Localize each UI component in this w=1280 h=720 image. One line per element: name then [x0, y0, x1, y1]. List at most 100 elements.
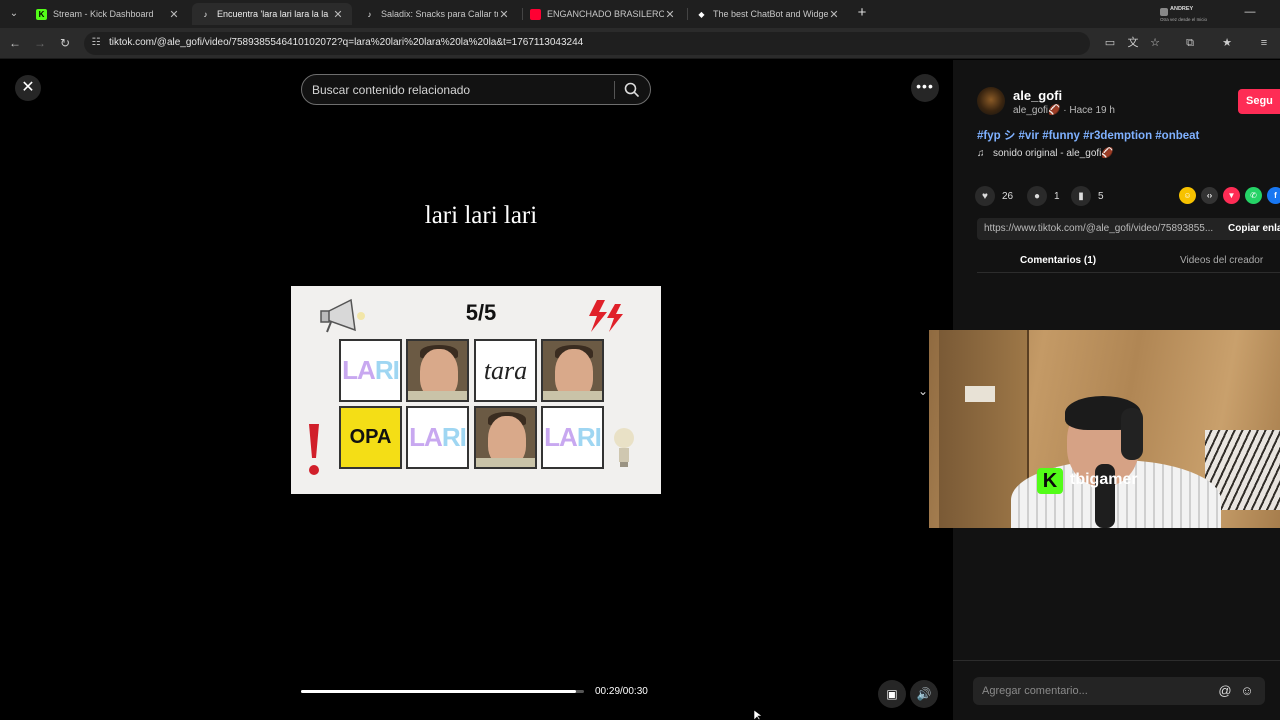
creator-avatar[interactable]: [977, 87, 1005, 115]
tab-tiktok-saladix[interactable]: ♪ Saladix: Snacks para Callar tu H ✕: [356, 3, 518, 25]
mouse-cursor-icon: [754, 710, 763, 720]
search-icon[interactable]: [623, 81, 641, 99]
tab-comments[interactable]: Comentarios (1): [1020, 255, 1096, 266]
tab-kick-dashboard[interactable]: K Stream - Kick Dashboard ✕: [28, 3, 188, 25]
tab-chatbot-widgets[interactable]: ◆ The best ChatBot and Widgets ✕: [688, 3, 848, 25]
creator-handle: ale_gofi🏈: [1013, 105, 1061, 116]
tab-title: ENGANCHADO BRASILERO FU: [547, 9, 664, 19]
site-settings-icon[interactable]: ☷: [90, 37, 102, 49]
translate-icon[interactable]: 文: [1126, 36, 1140, 50]
lightning-bolt-icon: [589, 300, 623, 332]
creator-username[interactable]: ale_gofi: [1013, 88, 1062, 103]
follow-button[interactable]: Segu: [1238, 89, 1280, 114]
face-shirt: [408, 391, 467, 400]
tab-youtube-enganchado[interactable]: ENGANCHADO BRASILERO FU ✕: [522, 3, 684, 25]
comment-bubble-icon[interactable]: ●: [1027, 186, 1047, 206]
profile-avatar: [1160, 8, 1168, 16]
music-note-icon: ♫: [977, 148, 985, 159]
close-tab-icon[interactable]: ✕: [332, 8, 344, 21]
video-link-text[interactable]: https://www.tiktok.com/@ale_gofi/video/7…: [984, 223, 1220, 234]
profile-subtitle: Otra vez desde el Inicio: [1160, 17, 1208, 22]
card-text: tara: [483, 355, 528, 385]
memory-card-face[interactable]: [406, 339, 469, 402]
exclamation-icon: [309, 424, 319, 475]
like-count: 26: [1002, 190, 1014, 202]
reload-icon[interactable]: ↻: [58, 36, 72, 50]
tiktok-icon: ♪: [203, 9, 208, 19]
video-progress-bar[interactable]: [301, 690, 584, 693]
memory-card-opa[interactable]: OPA: [339, 406, 402, 469]
floating-player-icon[interactable]: ▣: [878, 680, 906, 708]
emoji-icon[interactable]: ☺: [1239, 683, 1255, 699]
video-progress-fill: [301, 690, 576, 693]
tab-tiktok-search[interactable]: ♪ Encuentra 'lara lari lara la la ✕: [192, 3, 352, 25]
comment-input[interactable]: [982, 683, 1210, 699]
mention-at-icon[interactable]: @: [1217, 683, 1233, 699]
tiktok-icon: ♪: [367, 9, 372, 19]
post-hashtags[interactable]: #fyp シ #vir #funny #r3demption #onbeat: [977, 127, 1199, 143]
related-search-input[interactable]: [312, 82, 607, 98]
bookmarks-icon[interactable]: ★: [1220, 36, 1234, 50]
whatsapp-icon[interactable]: ✆: [1245, 187, 1262, 204]
address-bar[interactable]: ☷ tiktok.com/@ale_gofi/video/75893855464…: [84, 32, 1090, 55]
profile-name: ANDREY: [1170, 6, 1194, 12]
minimize-window-icon[interactable]: —: [1243, 6, 1257, 18]
kick-channel-name: tbigamer: [1070, 471, 1138, 488]
embed-code-icon[interactable]: ‹›: [1201, 187, 1218, 204]
bookmark-icon[interactable]: ▮: [1071, 186, 1091, 206]
comment-stat[interactable]: ● 1: [1027, 186, 1060, 206]
save-stat[interactable]: ▮ 5: [1071, 186, 1104, 206]
video-caption-text: lari lari lari: [424, 202, 538, 229]
copy-link-button[interactable]: Copiar enla: [1228, 223, 1280, 234]
headset-icon: [1121, 408, 1143, 460]
close-video-button[interactable]: ✕: [15, 75, 41, 101]
card-text: LARI: [544, 422, 602, 452]
close-tab-icon[interactable]: ✕: [828, 8, 840, 21]
diamond-icon: ◆: [698, 9, 705, 19]
memory-card-face[interactable]: [474, 406, 537, 469]
browser-profile-badge[interactable]: ANDREY Otra vez desde el Inicio: [1160, 6, 1220, 24]
browser-toolbar: ← → ↻ ☷ tiktok.com/@ale_gofi/video/75893…: [0, 28, 1280, 59]
memory-card-lari[interactable]: LARI: [339, 339, 402, 402]
kick-icon: K: [36, 8, 47, 20]
copy-link-box: https://www.tiktok.com/@ale_gofi/video/7…: [977, 218, 1280, 240]
kick-logo-icon: K: [1037, 468, 1063, 494]
heart-icon[interactable]: ♥: [975, 186, 995, 206]
memory-card-lari[interactable]: LARI: [541, 406, 604, 469]
tab-creator-videos[interactable]: Videos del creador: [1180, 255, 1263, 266]
light-bulb-icon: [614, 428, 634, 467]
youtube-icon: [530, 8, 541, 20]
browser-tab-strip: ⌄ K Stream - Kick Dashboard ✕ ♪ Encuentr…: [0, 0, 1280, 28]
tab-search-chevron-icon[interactable]: ⌄: [6, 6, 22, 22]
webcam-shelf: [965, 386, 995, 402]
post-time: · Hace 19 h: [1063, 105, 1115, 116]
video-timecode: 00:29/00:30: [595, 686, 648, 697]
url-text[interactable]: tiktok.com/@ale_gofi/video/7589385546410…: [109, 37, 583, 48]
like-stat[interactable]: ♥ 26: [975, 186, 1013, 206]
video-player[interactable]: lari lari lari 5/5: [291, 60, 661, 720]
tiktok-video-page: ✕ lari lari lari 5/5: [0, 60, 1280, 720]
back-arrow-icon[interactable]: ←: [8, 36, 22, 50]
send-icon[interactable]: ▼: [1223, 187, 1240, 204]
tab-title: The best ChatBot and Widgets: [713, 9, 828, 19]
post-sound[interactable]: ♫ sonido original - ale_gofi🏈: [977, 148, 1114, 159]
close-tab-icon[interactable]: ✕: [664, 8, 676, 21]
memory-card-face[interactable]: [541, 339, 604, 402]
extensions-puzzle-icon[interactable]: ⧉: [1183, 36, 1197, 50]
cast-icon[interactable]: ▭: [1103, 36, 1117, 50]
more-options-button[interactable]: •••: [911, 74, 939, 102]
memory-card-tara[interactable]: tara: [474, 339, 537, 402]
facebook-icon[interactable]: f: [1267, 187, 1280, 204]
volume-icon[interactable]: 🔊: [910, 680, 938, 708]
reading-list-icon[interactable]: ≡: [1257, 36, 1271, 50]
forward-arrow-icon[interactable]: →: [33, 36, 47, 50]
close-tab-icon[interactable]: ✕: [168, 8, 180, 21]
bookmark-star-icon[interactable]: ☆: [1148, 36, 1162, 50]
memory-card-lari[interactable]: LARI: [406, 406, 469, 469]
face-shirt: [476, 458, 535, 467]
close-tab-icon[interactable]: ✕: [498, 8, 510, 21]
comment-divider: [953, 660, 1280, 661]
new-tab-button[interactable]: +: [854, 5, 870, 21]
webcam-overlay: [929, 330, 1280, 528]
share-friends-icon[interactable]: ☺: [1179, 187, 1196, 204]
